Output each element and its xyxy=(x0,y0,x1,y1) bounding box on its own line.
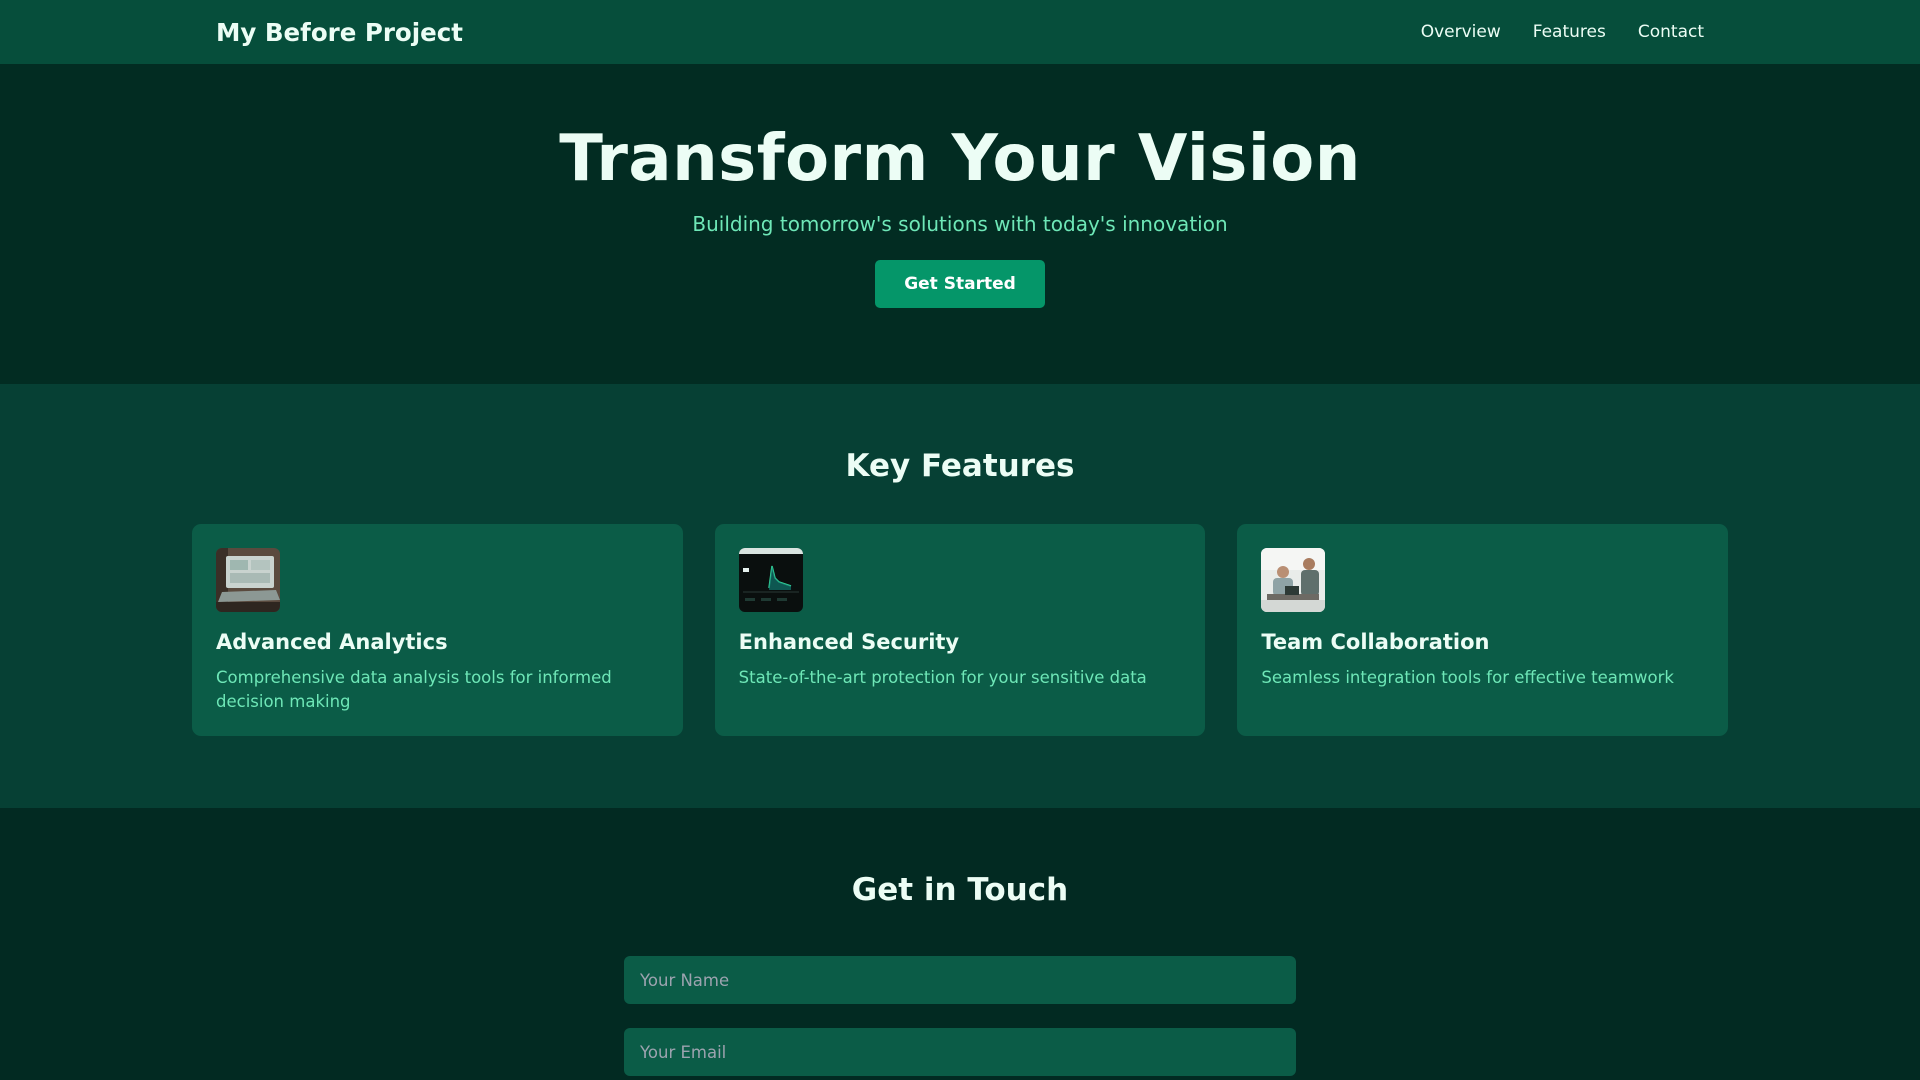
feature-description: Comprehensive data analysis tools for in… xyxy=(216,668,612,711)
laptop-analytics-image xyxy=(216,548,280,612)
feature-description: Seamless integration tools for effective… xyxy=(1261,668,1674,687)
features-section: Key Features Advanced Analytics Comprehe… xyxy=(0,384,1920,808)
feature-title: Advanced Analytics xyxy=(216,630,448,654)
top-nav: My Before Project Overview Features Cont… xyxy=(0,0,1920,64)
feature-title: Enhanced Security xyxy=(738,630,960,654)
get-started-button[interactable]: Get Started xyxy=(875,260,1045,308)
hero-section: Transform Your Vision Building tomorrow'… xyxy=(0,64,1920,384)
feature-cards: Advanced Analytics Comprehensive data an… xyxy=(0,524,1920,736)
contact-section: Get in Touch xyxy=(0,808,1920,1080)
team-meeting-image xyxy=(1261,548,1326,612)
features-title: Key Features xyxy=(845,448,1075,484)
nav-links: Overview Features Contact xyxy=(1421,22,1704,42)
name-input[interactable] xyxy=(624,956,1296,1004)
hero-subtitle: Building tomorrow's solutions with today… xyxy=(692,212,1228,236)
nav-link-overview[interactable]: Overview xyxy=(1421,22,1501,42)
feature-description: State-of-the-art protection for your sen… xyxy=(738,668,1147,687)
feature-title: Team Collaboration xyxy=(1261,630,1490,654)
security-dashboard-image xyxy=(738,548,803,612)
feature-card-analytics: Advanced Analytics Comprehensive data an… xyxy=(192,524,683,736)
contact-title: Get in Touch xyxy=(851,872,1069,908)
hero-title: Transform Your Vision xyxy=(559,122,1361,196)
brand-logo[interactable]: My Before Project xyxy=(216,18,463,47)
contact-form xyxy=(624,956,1296,1076)
nav-link-features[interactable]: Features xyxy=(1533,22,1606,42)
nav-link-contact[interactable]: Contact xyxy=(1638,22,1704,42)
feature-card-collaboration: Team Collaboration Seamless integration … xyxy=(1237,524,1729,736)
email-input[interactable] xyxy=(624,1028,1296,1076)
feature-card-security: Enhanced Security State-of-the-art prote… xyxy=(714,524,1206,736)
